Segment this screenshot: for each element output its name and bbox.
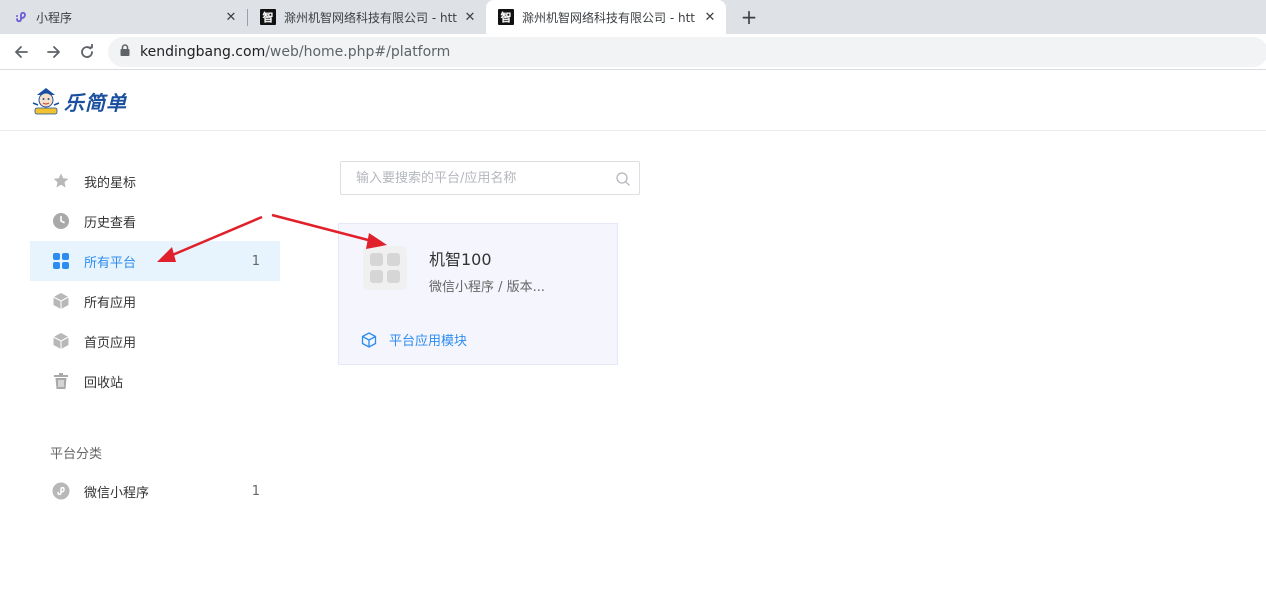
sidebar-item-recycle-bin[interactable]: 回收站	[30, 361, 280, 401]
mini-program-icon	[51, 481, 71, 501]
close-icon[interactable]: ✕	[223, 9, 239, 25]
new-tab-button[interactable]: +	[738, 5, 760, 29]
url-path: /web/home.php#/platform	[265, 44, 451, 60]
platform-app-modules-link[interactable]: 平台应用模块	[361, 330, 467, 349]
browser-tabstrip: 小程序 ✕ 智 滁州机智网络科技有限公司 - htt ✕ 智 滁州机智网络科技有…	[0, 0, 1266, 34]
reload-button[interactable]	[76, 41, 98, 63]
browser-tab[interactable]: 智 滁州机智网络科技有限公司 - htt ✕	[248, 0, 486, 34]
arrow-left-icon	[15, 46, 28, 58]
grid-icon	[51, 251, 71, 271]
platform-app-modules-label: 平台应用模块	[389, 334, 468, 349]
sidebar-item-count: 1	[251, 253, 260, 269]
cube-icon	[51, 291, 71, 311]
sidebar-item-label: 历史查看	[84, 215, 137, 231]
platform-subtitle: 微信小程序 / 版本...	[429, 280, 546, 295]
cube-outline-icon	[361, 331, 377, 348]
platform-title: 机智100	[429, 250, 492, 269]
reload-icon	[81, 44, 93, 58]
sidebar-item-label: 微信小程序	[84, 485, 150, 501]
browser-tab-active[interactable]: 智 滁州机智网络科技有限公司 - htt ✕	[486, 0, 726, 34]
tab-title: 小程序	[36, 10, 73, 25]
site-favicon-icon: 智	[260, 9, 276, 25]
close-icon[interactable]: ✕	[702, 9, 718, 25]
sidebar-item-label: 回收站	[84, 375, 124, 391]
arrow-right-icon	[47, 46, 60, 58]
sidebar-item-starred[interactable]: 我的星标	[30, 161, 280, 201]
platform-app-icon	[363, 246, 407, 290]
star-icon	[51, 171, 71, 191]
sidebar-item-label: 首页应用	[84, 335, 137, 351]
mascot-logo-icon	[32, 88, 60, 115]
sidebar-item-wechat-mini-program[interactable]: 微信小程序 1	[30, 471, 280, 511]
logo-text: 乐简单	[64, 90, 127, 115]
cube-icon	[51, 331, 71, 351]
platform-category-title: 平台分类	[50, 447, 103, 462]
trash-icon	[51, 371, 71, 391]
search-icon[interactable]	[616, 171, 630, 190]
browser-toolbar: kendingbang.com/web/home.php#/platform	[0, 34, 1266, 70]
sidebar-item-all-apps[interactable]: 所有应用	[30, 281, 280, 321]
url-host: kendingbang.com	[140, 44, 266, 60]
sidebar-item-all-platforms[interactable]: 所有平台 1	[30, 241, 280, 281]
sidebar-item-label: 我的星标	[84, 175, 137, 191]
sidebar-item-label: 所有应用	[84, 295, 137, 311]
page-header: 乐简单	[0, 71, 1266, 131]
site-favicon-icon: 智	[498, 9, 514, 25]
address-bar[interactable]: kendingbang.com/web/home.php#/platform	[108, 37, 1266, 67]
search-box	[340, 161, 640, 195]
close-icon[interactable]: ✕	[462, 9, 478, 25]
tab-title: 滁州机智网络科技有限公司 - htt	[284, 10, 457, 25]
back-button[interactable]	[10, 41, 32, 63]
sidebar-item-home-apps[interactable]: 首页应用	[30, 321, 280, 361]
tab-title: 滁州机智网络科技有限公司 - htt	[522, 10, 695, 25]
sidebar-item-history[interactable]: 历史查看	[30, 201, 280, 241]
sidebar-item-label: 所有平台	[84, 255, 137, 271]
site-logo[interactable]: 乐简单	[30, 85, 127, 117]
platform-card[interactable]: 机智100 微信小程序 / 版本... 平台应用模块	[338, 223, 618, 365]
mini-program-favicon-icon	[12, 9, 28, 25]
sidebar-item-count: 1	[251, 483, 260, 499]
search-input[interactable]	[341, 162, 601, 194]
forward-button[interactable]	[43, 41, 65, 63]
lock-icon	[120, 44, 130, 60]
browser-tab[interactable]: 小程序 ✕	[0, 0, 247, 34]
clock-icon	[51, 211, 71, 231]
